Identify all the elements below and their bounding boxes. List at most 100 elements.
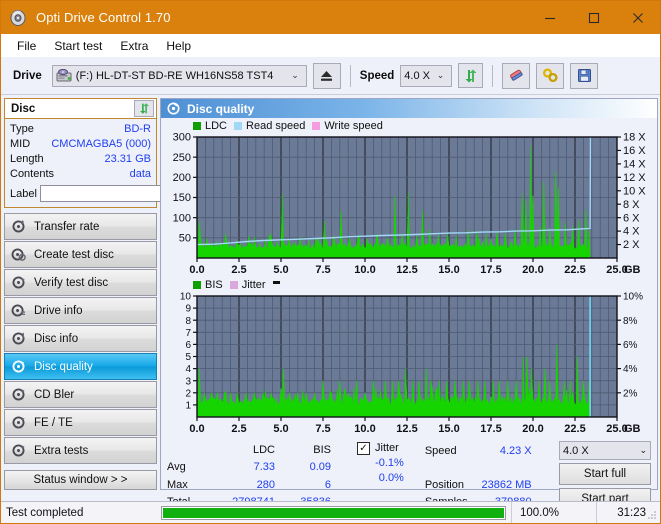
maximize-button[interactable] (572, 1, 616, 34)
panel-title: Disc quality (187, 101, 255, 116)
sidebar-item-label: Disc info (34, 332, 79, 345)
drive-icon (56, 68, 72, 83)
test-speed-select[interactable]: 4.0 X ⌄ (559, 441, 651, 460)
sidebar-item-label: Verify test disc (34, 276, 109, 289)
svg-text:200: 200 (173, 172, 191, 184)
sidebar-item-extra-tests[interactable]: Extra tests (4, 437, 157, 464)
disc-row-length: Length 23.31 GB (10, 152, 151, 167)
legend-swatch-ldc (193, 122, 201, 130)
status-text: Test completed (6, 506, 84, 519)
sidebar-item-verify-test-disc[interactable]: Verify test disc (4, 269, 157, 296)
table-row: Avg 7.33 0.09 (163, 459, 335, 477)
menu-bar: File Start test Extra Help (1, 34, 660, 57)
sidebar-item-disc-quality[interactable]: Disc quality (4, 353, 157, 380)
bis-chart[interactable]: 1 2 3 4 5 6 7 8 9 10 2% 4% 6% 8% 10% 0.0 2.5 5.0 7.5 10.0 12… (163, 292, 655, 437)
svg-text:12.5: 12.5 (396, 423, 417, 435)
main-body: Disc Type BD-R MID CMCMAGBA5 (000) Lengt… (1, 95, 660, 510)
stats-row-avg-label: Avg (167, 461, 186, 474)
jitter-label: Jitter (375, 442, 399, 454)
disc-contents-value: data (129, 168, 151, 180)
chevron-down-icon: ⌄ (639, 445, 647, 455)
refresh-button[interactable] (458, 63, 484, 88)
svg-text:20.0: 20.0 (522, 423, 543, 435)
jitter-values: -0.1% 0.0% (358, 456, 404, 486)
svg-text:15.0: 15.0 (438, 264, 459, 276)
disc-length-label: Length (10, 153, 44, 165)
start-full-button[interactable]: Start full (559, 463, 651, 485)
menu-help[interactable]: Help (158, 36, 199, 56)
legend-swatch-bis (193, 281, 201, 289)
svg-text:2.5: 2.5 (231, 264, 246, 276)
svg-text:0.0: 0.0 (189, 423, 204, 435)
svg-text:18 X: 18 X (623, 133, 646, 144)
sidebar-item-fe-te[interactable]: FE / TE (4, 409, 157, 436)
menu-extra[interactable]: Extra (112, 36, 156, 56)
sidebar-item-label: Transfer rate (34, 220, 100, 233)
table-row: Max 280 6 (163, 476, 335, 494)
minimize-button[interactable] (528, 1, 572, 34)
speed-row-label: Speed (424, 444, 457, 457)
svg-text:6%: 6% (623, 340, 638, 351)
sidebar-item-transfer-rate[interactable]: Transfer rate (4, 213, 157, 240)
legend-swatch-write-speed (312, 122, 321, 130)
status-bar: Test completed 100.0% 31:23 (1, 501, 660, 523)
eject-button[interactable] (312, 62, 341, 89)
ldc-chart[interactable]: 50 100 150 200 250 300 2 X4 X 6 X8 X 10 X 12 X 14 … (163, 133, 655, 278)
svg-text:4%: 4% (623, 364, 638, 375)
svg-text:9: 9 (185, 304, 191, 315)
jitter-avg: -0.1% (375, 457, 404, 469)
menu-file[interactable]: File (9, 36, 44, 56)
toolbar-separator (349, 64, 351, 87)
disc-panel-header: Disc (5, 99, 156, 119)
app-disc-icon (10, 9, 28, 27)
erase-button[interactable] (502, 62, 531, 89)
sidebar: Disc Type BD-R MID CMCMAGBA5 (000) Lengt… (1, 95, 242, 493)
close-button[interactable] (616, 1, 660, 34)
svg-text:GB: GB (624, 264, 641, 276)
sidebar-item-drive-info[interactable]: Drive info (4, 297, 157, 324)
sidebar-item-label: CD Bler (34, 388, 75, 401)
disc-info-icon (11, 331, 26, 346)
svg-text:10: 10 (180, 292, 192, 303)
svg-text:7.5: 7.5 (315, 423, 330, 435)
legend-label-bis: BIS (205, 279, 223, 291)
svg-text:6 X: 6 X (623, 212, 640, 224)
svg-text:12.5: 12.5 (396, 264, 417, 276)
svg-text:2: 2 (185, 388, 191, 399)
svg-text:22.5: 22.5 (564, 264, 585, 276)
position-label: Position (424, 478, 464, 491)
sidebar-item-create-test-disc[interactable]: Create test disc (4, 241, 157, 268)
sidebar-item-disc-info[interactable]: Disc info (4, 325, 157, 352)
chevron-down-icon: ⌄ (436, 70, 445, 80)
svg-text:50: 50 (179, 232, 191, 244)
title-bar: Opti Drive Control 1.70 (1, 1, 660, 34)
svg-text:17.5: 17.5 (480, 264, 501, 276)
window-title: Opti Drive Control 1.70 (36, 10, 171, 25)
svg-text:150: 150 (173, 192, 191, 204)
disc-contents-label: Contents (10, 168, 55, 180)
svg-text:8%: 8% (623, 316, 638, 327)
sidebar-item-cd-bler[interactable]: CD Bler (4, 381, 157, 408)
stats-header-row: LDC BIS (163, 441, 335, 459)
stats-avg-bis: 0.09 (309, 461, 331, 474)
main-panel-container: Disc quality LDC Read speed Write speed … (160, 95, 660, 510)
svg-text:4 X: 4 X (623, 226, 640, 238)
table-row: Speed 4.23 X (422, 443, 535, 458)
svg-text:10.0: 10.0 (354, 264, 375, 276)
progress-bar (161, 505, 506, 520)
menu-start-test[interactable]: Start test (46, 36, 110, 56)
drive-select[interactable]: (F:) HL-DT-ST BD-RE WH16NS58 TST4 ⌄ (51, 64, 307, 87)
jitter-max: 0.0% (378, 472, 404, 484)
stats-max-ldc: 280 (256, 478, 275, 491)
jitter-checkbox[interactable]: ✓ (357, 442, 370, 455)
svg-text:17.5: 17.5 (480, 423, 501, 435)
svg-text:GB: GB (624, 423, 641, 435)
tools-button[interactable] (536, 62, 565, 89)
save-button[interactable] (570, 62, 599, 89)
resize-grip-icon[interactable] (647, 510, 657, 520)
status-window-button[interactable]: Status window > > (4, 470, 157, 490)
speed-select[interactable]: 4.0 X ⌄ (400, 64, 453, 87)
disc-refresh-button[interactable] (134, 100, 154, 117)
svg-text:15.0: 15.0 (438, 423, 459, 435)
legend-swatch-jitter (229, 281, 238, 289)
